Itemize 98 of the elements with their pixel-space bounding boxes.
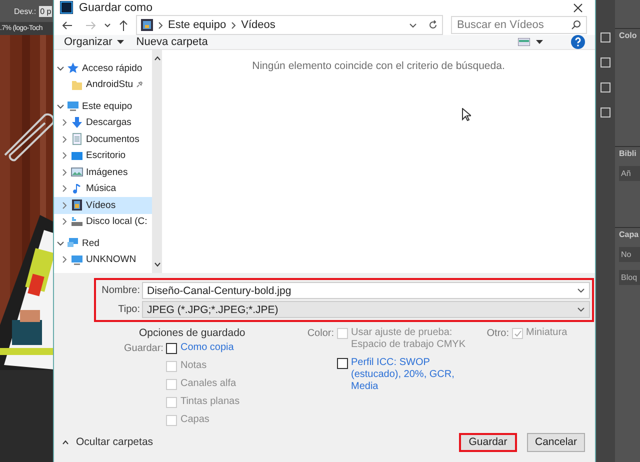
nav-item[interactable]: UNKNOWN [54, 252, 152, 268]
window-title: Guardar como [79, 2, 154, 14]
drive-icon [71, 216, 83, 228]
chevron-right-icon[interactable] [61, 185, 68, 192]
panel-tool-icon[interactable] [600, 82, 611, 93]
mouse-cursor-icon [462, 108, 471, 121]
address-bar[interactable]: Este equipo Vídeos [136, 15, 443, 35]
option-label: Color: [306, 327, 334, 339]
music-note-icon [71, 182, 83, 195]
caret-icon[interactable] [536, 40, 543, 44]
monitor-icon [71, 254, 83, 266]
panel-item[interactable]: Bloq [619, 270, 640, 285]
search-field[interactable]: Buscar en Vídeos [451, 16, 587, 34]
document-icon [71, 133, 83, 146]
breadcrumb-item[interactable]: Este equipo [168, 19, 226, 31]
toolbar-button[interactable]: Nueva carpeta [136, 36, 214, 48]
panel-item[interactable]: Añ [619, 166, 640, 181]
close-icon[interactable] [573, 2, 583, 12]
chevron-right-icon [231, 22, 236, 28]
panel-item[interactable]: No [619, 247, 640, 262]
nav-item[interactable]: Disco local (C: [54, 214, 152, 230]
file-name-field[interactable]: Diseño-Canal-Century-bold.jpg [142, 282, 590, 299]
options-value-field[interactable]: 0 p [39, 6, 52, 16]
caret-icon [117, 40, 124, 44]
chevron-up-icon [62, 440, 69, 444]
nav-item[interactable]: AndroidStu [54, 76, 152, 93]
option-label: Otro: [486, 327, 509, 339]
recent-locations-button[interactable] [104, 22, 111, 28]
panel-title[interactable]: Capa [619, 230, 640, 239]
file-type-dropdown[interactable]: JPEG (*.JPG;*.JPEG;*.JPE) [142, 301, 590, 318]
dialog-button[interactable]: Guardar [459, 432, 517, 452]
view-icon[interactable] [518, 38, 530, 46]
chevron-down-icon[interactable] [57, 102, 64, 110]
option-text: Como copia [180, 342, 234, 354]
chevron-right-icon[interactable] [61, 256, 68, 264]
panel-tool-icon[interactable] [600, 107, 611, 118]
back-button[interactable] [62, 20, 73, 30]
field-label: Tipo: [117, 304, 140, 315]
nav-item[interactable]: Descargas [54, 114, 152, 131]
option-text: Canales alfa [180, 378, 236, 390]
option-text: Capas [180, 414, 210, 426]
option-label: Guardar: [124, 342, 164, 354]
chevron-down-icon[interactable] [577, 288, 585, 293]
toolbar-button[interactable]: Organizar [64, 36, 130, 48]
refresh-icon[interactable] [428, 20, 438, 30]
up-button[interactable] [119, 20, 128, 30]
panel-title[interactable]: Colo [619, 31, 640, 40]
star-icon [67, 62, 79, 74]
checkbox[interactable] [166, 343, 178, 354]
breadcrumb-item[interactable]: Vídeos [241, 19, 276, 31]
app-icon [60, 1, 73, 14]
checkbox[interactable] [337, 358, 348, 369]
option-text: Perfil ICC: SWOP (estucado), 20%, GCR, Media [351, 357, 456, 393]
empty-message: Ningún elemento coincide con el criterio de búsqueda. [252, 60, 505, 74]
option-text: Usar ajuste de prueba: Espacio de trabajo CMYK [351, 327, 466, 351]
nav-item[interactable]: Escritorio [54, 148, 152, 164]
scroll-down-icon[interactable] [154, 262, 160, 267]
nav-item[interactable]: Música [54, 180, 152, 197]
option-text: Notas [180, 360, 207, 372]
option-text: Tintas planas [180, 396, 240, 408]
chevron-right-icon[interactable] [61, 202, 68, 209]
download-icon [71, 116, 83, 129]
nav-item[interactable]: Imágenes [54, 164, 152, 180]
nav-item[interactable]: Red [54, 235, 152, 252]
film-icon [71, 199, 83, 212]
help-icon[interactable] [571, 35, 585, 49]
options-label: Desv.: [14, 6, 36, 16]
nav-item[interactable]: Acceso rápido [54, 60, 152, 76]
hide-folders-button[interactable]: Ocultar carpetas [62, 436, 154, 448]
chevron-down-icon[interactable] [57, 64, 64, 72]
nav-item[interactable]: Documentos [54, 131, 152, 148]
chevron-right-icon[interactable] [61, 119, 68, 126]
chevron-right-icon [158, 22, 163, 28]
field-label: Nombre: [100, 285, 140, 296]
panel-title[interactable]: Bibli [619, 149, 640, 158]
folder-icon [71, 78, 83, 91]
desktop-icon [71, 150, 83, 162]
film-icon [141, 19, 153, 31]
network-icon [67, 237, 79, 250]
chevron-right-icon[interactable] [61, 168, 68, 176]
dialog-button[interactable]: Cancelar [527, 432, 585, 452]
chevron-right-icon[interactable] [61, 152, 68, 160]
nav-item[interactable]: Vídeos [54, 197, 152, 214]
scrollbar[interactable] [152, 50, 162, 273]
scroll-up-icon[interactable] [154, 56, 160, 61]
chevron-right-icon[interactable] [61, 136, 68, 143]
chevron-down-icon [577, 307, 585, 312]
chevron-right-icon[interactable] [61, 218, 68, 226]
panel-tool-icon[interactable] [600, 57, 611, 68]
chevron-down-icon[interactable] [409, 22, 417, 28]
section-title: Opciones de guardado [139, 327, 246, 341]
image-icon [71, 166, 83, 178]
monitor-icon [67, 100, 79, 112]
option-text: Miniatura [526, 327, 568, 339]
panel-tool-icon[interactable] [600, 32, 611, 43]
search-icon [571, 20, 581, 30]
chevron-down-icon[interactable] [57, 240, 64, 247]
nav-item[interactable]: Este equipo [54, 98, 152, 114]
